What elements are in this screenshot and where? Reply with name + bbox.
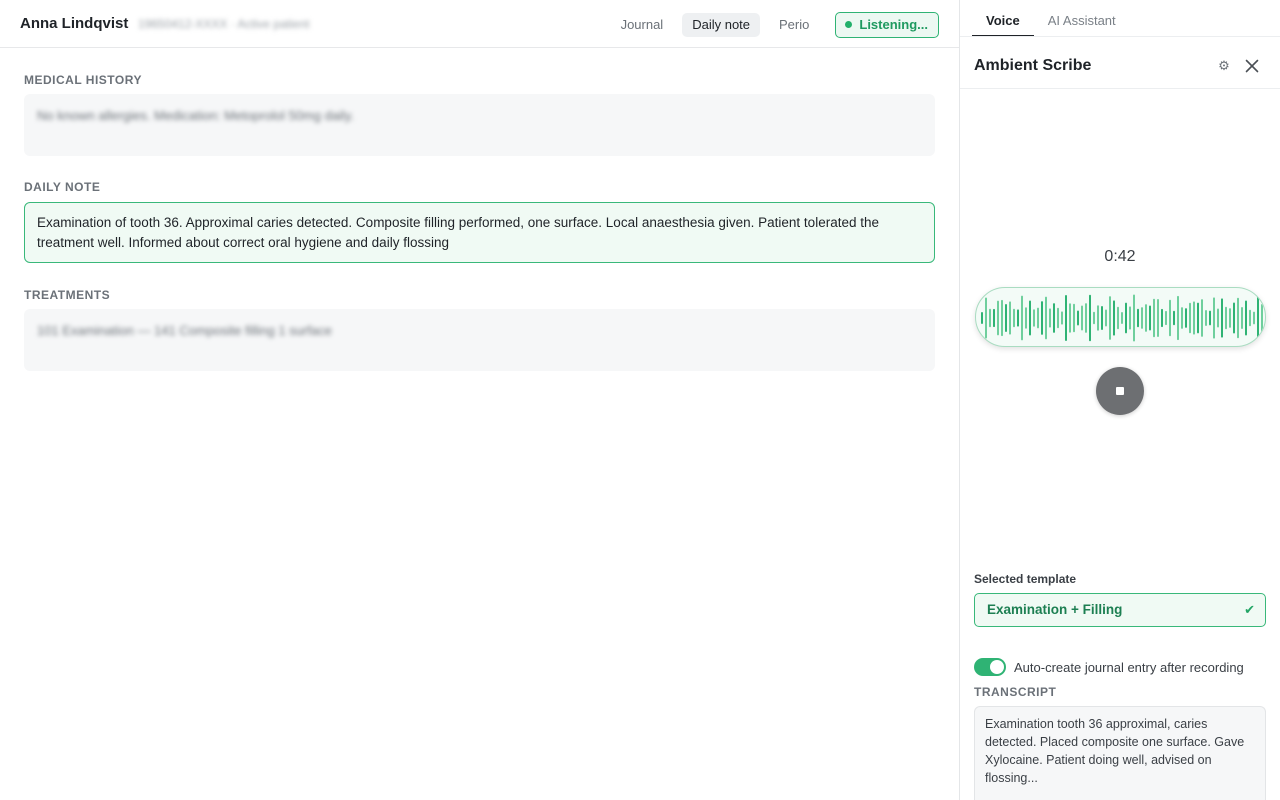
tab-journal[interactable]: Journal	[611, 13, 674, 37]
view-tabs: Journal Daily note Perio Listening...	[602, 11, 939, 38]
tab-ai-assistant[interactable]: AI Assistant	[1034, 0, 1130, 37]
auto-create-label: Auto-create journal entry after recordin…	[1014, 660, 1244, 675]
recording-timer: 0:42	[1104, 248, 1136, 265]
divider	[960, 36, 1280, 37]
treatments-field[interactable]: 101 Examination — 141 Composite filling …	[24, 309, 935, 371]
check-icon: ✔	[1244, 602, 1255, 617]
template-label: Selected template	[974, 572, 1077, 586]
patient-meta: 19650412-XXXX · Active patient	[138, 17, 310, 31]
divider	[960, 88, 1280, 89]
listening-status-button[interactable]: Listening...	[835, 11, 939, 38]
close-icon[interactable]	[1243, 57, 1261, 75]
panel-tabs: Voice AI Assistant	[972, 0, 1130, 37]
transcript-label: TRANSCRIPT	[974, 685, 1057, 699]
treatments-label: TREATMENTS	[24, 288, 111, 302]
medical-history-field[interactable]: No known allergies. Medication: Metoprol…	[24, 94, 935, 156]
template-value: Examination + Filling	[987, 602, 1123, 617]
template-select[interactable]: Examination + Filling ✔	[974, 593, 1266, 627]
daily-note-label: DAILY NOTE	[24, 180, 101, 194]
main-area: Anna Lindqvist 19650412-XXXX · Active pa…	[0, 0, 959, 800]
medical-history-label: MEDICAL HISTORY	[24, 73, 142, 87]
transcript-box: Examination tooth 36 approximal, caries …	[974, 706, 1266, 800]
tab-voice[interactable]: Voice	[972, 0, 1034, 37]
stop-icon	[1116, 387, 1124, 395]
patient-name: Anna Lindqvist	[20, 15, 129, 32]
tab-perio[interactable]: Perio	[769, 13, 819, 37]
auto-create-toggle[interactable]	[974, 658, 1006, 676]
gear-icon[interactable]: ⚙	[1216, 58, 1232, 74]
tab-daily-note[interactable]: Daily note	[682, 12, 761, 37]
audio-waveform	[975, 287, 1266, 347]
medical-history-text: No known allergies. Medication: Metoprol…	[37, 108, 354, 123]
listening-label: Listening...	[859, 17, 928, 32]
recording-dot-icon	[845, 21, 853, 28]
toggle-knob	[990, 660, 1004, 674]
patient-header: Anna Lindqvist 19650412-XXXX · Active pa…	[0, 0, 959, 48]
treatments-text: 101 Examination — 141 Composite filling …	[37, 323, 332, 338]
stop-recording-button[interactable]	[1096, 367, 1144, 415]
panel-title: Ambient Scribe	[974, 57, 1092, 74]
daily-note-field[interactable]: Examination of tooth 36. Approximal cari…	[24, 202, 935, 263]
scribe-panel: Voice AI Assistant Ambient Scribe ⚙ 0:42…	[959, 0, 1280, 800]
